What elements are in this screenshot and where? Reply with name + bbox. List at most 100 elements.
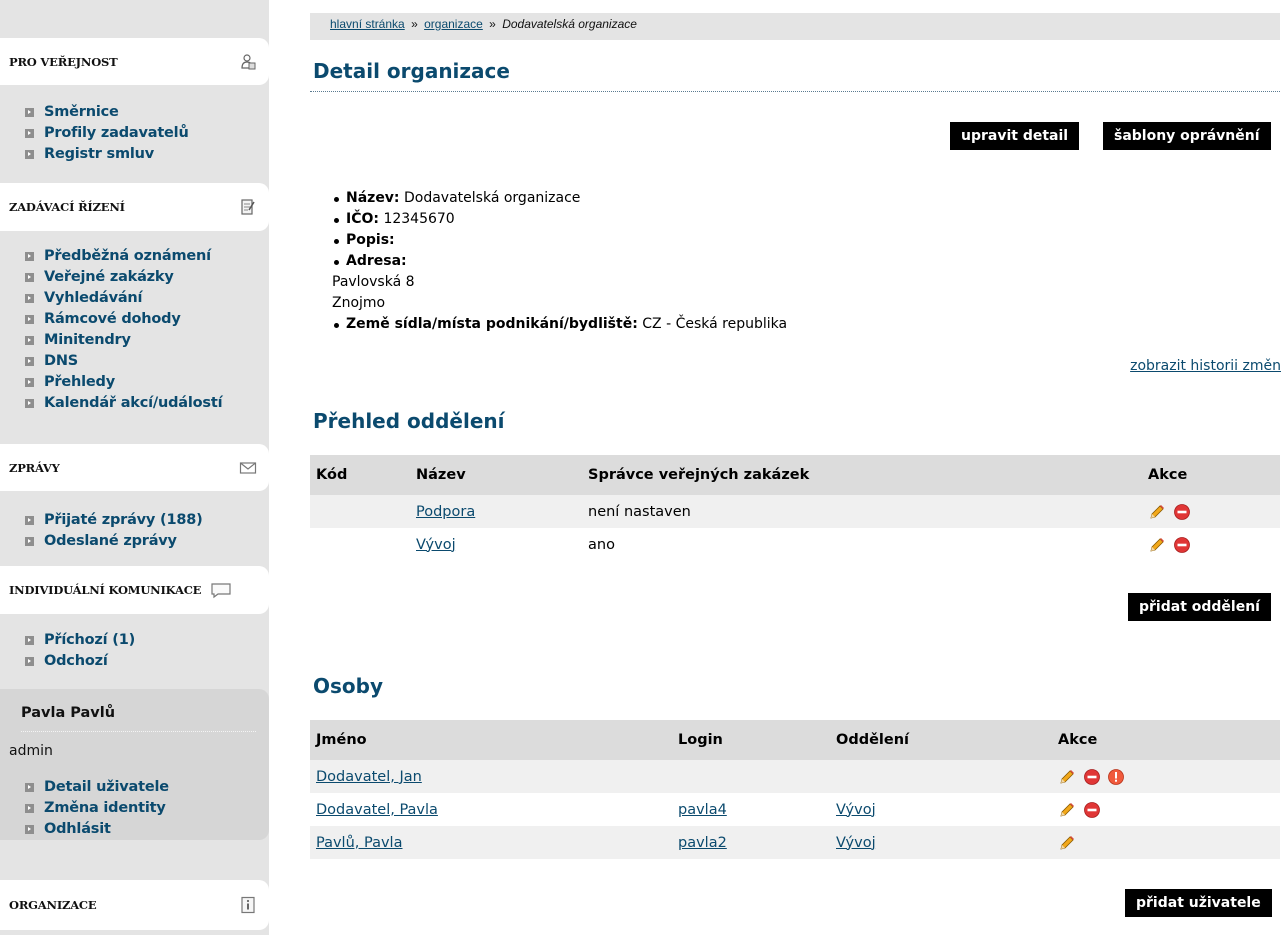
edit-pencil-icon[interactable] xyxy=(1148,536,1166,554)
address-line: Pavlovská 8 xyxy=(332,274,415,290)
menu-link[interactable]: Změna identity xyxy=(44,798,166,819)
detail-ico: IČO: 12345670 xyxy=(332,209,787,230)
menu-item-received[interactable]: Přijaté zprávy (188) xyxy=(25,510,203,531)
menu-link[interactable]: Kalendář akcí/událostí xyxy=(44,393,223,414)
title-divider xyxy=(310,91,1280,92)
section-title-public: PRO VEŘEJNOST xyxy=(9,54,118,69)
menu-item[interactable]: Rámcové dohody xyxy=(25,309,222,330)
menu-item-incoming[interactable]: Příchozí (1) xyxy=(25,630,135,651)
cell-name: Pavlů, Pavla xyxy=(310,826,672,859)
login-link[interactable]: pavla4 xyxy=(678,802,727,818)
menu-link[interactable]: Přehledy xyxy=(44,372,115,393)
department-link[interactable]: Podpora xyxy=(416,504,475,520)
menu-item[interactable]: Vyhledávání xyxy=(25,288,222,309)
menu-item-registr[interactable]: Registr smluv xyxy=(25,144,189,165)
detail-label: Název: xyxy=(346,190,400,206)
detail-name: Název: Dodavatelská organizace xyxy=(332,188,787,209)
bullet-arrow-icon xyxy=(25,657,34,666)
menu-messages: Přijaté zprávy (188) Odeslané zprávy xyxy=(25,510,203,552)
menu-link[interactable]: Odhlásit xyxy=(44,819,111,840)
delete-icon[interactable] xyxy=(1083,768,1101,786)
cell-actions xyxy=(1052,826,1280,859)
breadcrumb-separator: » xyxy=(489,17,496,31)
column-header: Správce veřejných zakázek xyxy=(582,455,1142,495)
cell-name: Dodavatel, Jan xyxy=(310,760,672,793)
bullet-arrow-icon xyxy=(25,315,34,324)
edit-detail-button[interactable]: upravit detail xyxy=(950,122,1080,150)
breadcrumb-organizations[interactable]: organizace xyxy=(424,17,483,31)
bullet-arrow-icon xyxy=(25,150,34,159)
menu-user: Detail uživatele Změna identity Odhlásit xyxy=(25,777,169,840)
menu-link[interactable]: Příchozí (1) xyxy=(44,630,135,651)
person-link[interactable]: Dodavatel, Jan xyxy=(316,769,422,785)
edit-pencil-icon[interactable] xyxy=(1058,768,1076,786)
menu-communication: Příchozí (1) Odchozí xyxy=(25,630,135,672)
column-header: Název xyxy=(410,455,582,495)
cell-login: pavla4 xyxy=(672,793,830,826)
menu-item-outgoing[interactable]: Odchozí xyxy=(25,651,135,672)
add-department-button[interactable]: přidat oddělení xyxy=(1128,593,1271,621)
page-title: Detail organizace xyxy=(313,59,510,83)
detail-label: Adresa: xyxy=(346,253,407,269)
person-link[interactable]: Dodavatel, Pavla xyxy=(316,802,438,818)
section-title-procurement: ZADÁVACÍ ŘÍZENÍ xyxy=(9,200,125,214)
menu-link[interactable]: Detail uživatele xyxy=(44,777,169,798)
department-link[interactable]: Vývoj xyxy=(416,537,456,553)
menu-item-profily[interactable]: Profily zadavatelů xyxy=(25,123,189,144)
bullet-arrow-icon xyxy=(25,516,34,525)
menu-item[interactable]: Veřejné zakázky xyxy=(25,267,222,288)
menu-item-logout[interactable]: Odhlásit xyxy=(25,819,169,840)
speech-bubble-icon xyxy=(210,581,232,599)
show-history-link[interactable]: zobrazit historii změn xyxy=(1130,358,1281,374)
bullet-arrow-icon xyxy=(25,399,34,408)
detail-value: 12345670 xyxy=(383,211,455,227)
table-row: Vývoj ano xyxy=(310,528,1280,561)
delete-icon[interactable] xyxy=(1083,801,1101,819)
menu-item[interactable]: DNS xyxy=(25,351,222,372)
persons-title: Osoby xyxy=(313,674,383,698)
info-icon xyxy=(239,896,257,914)
delete-icon[interactable] xyxy=(1173,503,1191,521)
menu-link[interactable]: Registr smluv xyxy=(44,144,154,165)
person-link[interactable]: Pavlů, Pavla xyxy=(316,835,402,851)
menu-item-smernice[interactable]: Směrnice xyxy=(25,102,189,123)
menu-link[interactable]: Vyhledávání xyxy=(44,288,142,309)
login-link[interactable]: pavla2 xyxy=(678,835,727,851)
menu-link[interactable]: Veřejné zakázky xyxy=(44,267,174,288)
department-link[interactable]: Vývoj xyxy=(836,802,876,818)
edit-pencil-icon[interactable] xyxy=(1058,834,1076,852)
warning-exclamation-icon[interactable] xyxy=(1107,768,1125,786)
add-user-button[interactable]: přidat uživatele xyxy=(1125,889,1272,917)
cell-name: Podpora xyxy=(410,495,582,528)
menu-item-change-identity[interactable]: Změna identity xyxy=(25,798,169,819)
menu-link[interactable]: Profily zadavatelů xyxy=(44,123,189,144)
menu-link[interactable]: Přijaté zprávy (188) xyxy=(44,510,203,531)
menu-link[interactable]: Předběžná oznámení xyxy=(44,246,211,267)
department-link[interactable]: Vývoj xyxy=(836,835,876,851)
menu-item-user-detail[interactable]: Detail uživatele xyxy=(25,777,169,798)
section-header-procurement: ZADÁVACÍ ŘÍZENÍ xyxy=(0,183,269,231)
menu-link[interactable]: Odchozí xyxy=(44,651,108,672)
menu-item[interactable]: Přehledy xyxy=(25,372,222,393)
edit-pencil-icon[interactable] xyxy=(1058,801,1076,819)
menu-link[interactable]: Rámcové dohody xyxy=(44,309,181,330)
menu-link[interactable]: Odeslané zprávy xyxy=(44,531,177,552)
bullet-arrow-icon xyxy=(25,357,34,366)
menu-item[interactable]: Kalendář akcí/událostí xyxy=(25,393,223,414)
menu-item-sent[interactable]: Odeslané zprávy xyxy=(25,531,203,552)
cell-actions xyxy=(1142,528,1280,561)
menu-link[interactable]: Směrnice xyxy=(44,102,119,123)
menu-link[interactable]: DNS xyxy=(44,351,78,372)
menu-item[interactable]: Předběžná oznámení xyxy=(25,246,222,267)
cell-department: Vývoj xyxy=(830,826,1052,859)
cell-login: pavla2 xyxy=(672,826,830,859)
table-row: Podpora není nastaven xyxy=(310,495,1280,528)
document-edit-icon xyxy=(239,198,257,216)
menu-item[interactable]: Minitendry xyxy=(25,330,222,351)
delete-icon[interactable] xyxy=(1173,536,1191,554)
edit-pencil-icon[interactable] xyxy=(1148,503,1166,521)
section-title-messages: ZPRÁVY xyxy=(9,460,60,475)
menu-link[interactable]: Minitendry xyxy=(44,330,131,351)
breadcrumb-home[interactable]: hlavní stránka xyxy=(330,17,405,31)
permission-templates-button[interactable]: šablony oprávnění xyxy=(1103,122,1271,150)
